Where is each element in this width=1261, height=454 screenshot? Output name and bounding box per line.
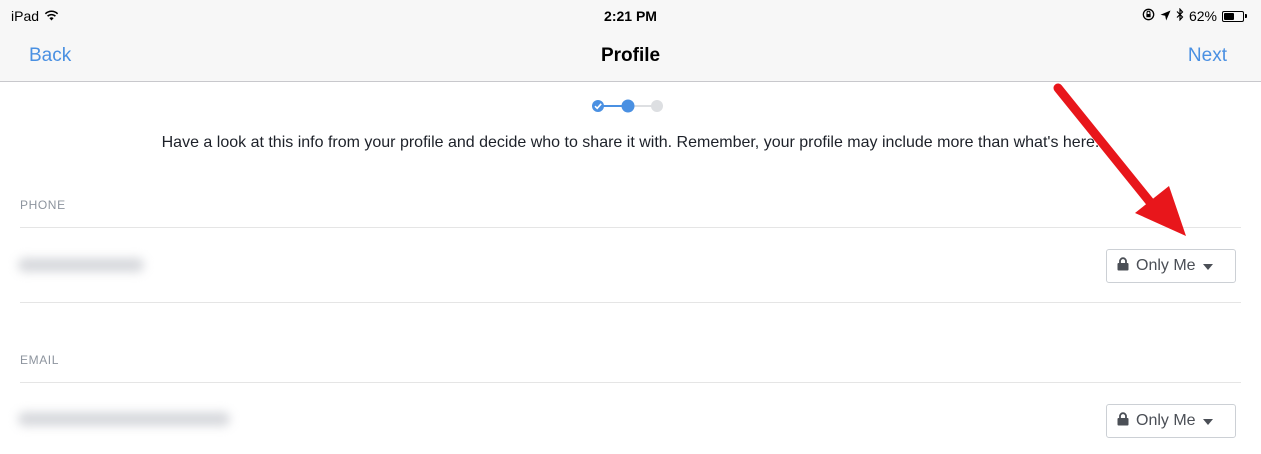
status-right: 62% (1142, 7, 1247, 24)
phone-divider-bottom (20, 302, 1241, 303)
privacy-label: Only Me (1136, 257, 1196, 274)
email-privacy-selector[interactable]: Only Me (1106, 404, 1236, 438)
phone-divider-top (20, 227, 1241, 228)
chevron-down-icon (1202, 257, 1213, 275)
battery-percent: 62% (1188, 8, 1217, 24)
profile-screen: iPad 2:21 PM 62% Back Profile Next Have … (0, 0, 1261, 454)
lock-icon (1117, 256, 1129, 276)
battery-tip (1245, 14, 1247, 18)
chevron-down-icon (1202, 412, 1213, 430)
orientation-lock-icon (1142, 8, 1155, 24)
stepper-step-completed (592, 100, 604, 112)
email-divider-top (20, 382, 1241, 383)
page-title: Profile (600, 45, 661, 66)
next-button[interactable]: Next (1188, 45, 1227, 67)
email-value-blurred (18, 412, 230, 426)
location-icon (1160, 8, 1171, 24)
email-section-label: EMAIL (20, 353, 60, 367)
phone-value-blurred (18, 258, 144, 272)
intro-text: Have a look at this info from your profi… (161, 134, 1100, 151)
battery-level (1224, 12, 1234, 20)
battery-icon (1222, 10, 1247, 22)
progress-stepper (588, 98, 668, 114)
status-time: 2:21 PM (604, 8, 657, 24)
navigation-bar: Back Profile Next (0, 32, 1261, 82)
stepper-step-current (621, 99, 635, 113)
lock-icon (1117, 411, 1129, 431)
status-bar: iPad 2:21 PM 62% (0, 0, 1261, 32)
stepper-graphic (592, 99, 663, 113)
battery-body (1222, 10, 1244, 22)
phone-privacy-selector[interactable]: Only Me (1106, 249, 1236, 283)
bluetooth-icon (1176, 7, 1184, 24)
privacy-label: Only Me (1136, 412, 1196, 429)
stepper-step-upcoming (651, 100, 663, 112)
phone-section-label: PHONE (20, 198, 66, 212)
